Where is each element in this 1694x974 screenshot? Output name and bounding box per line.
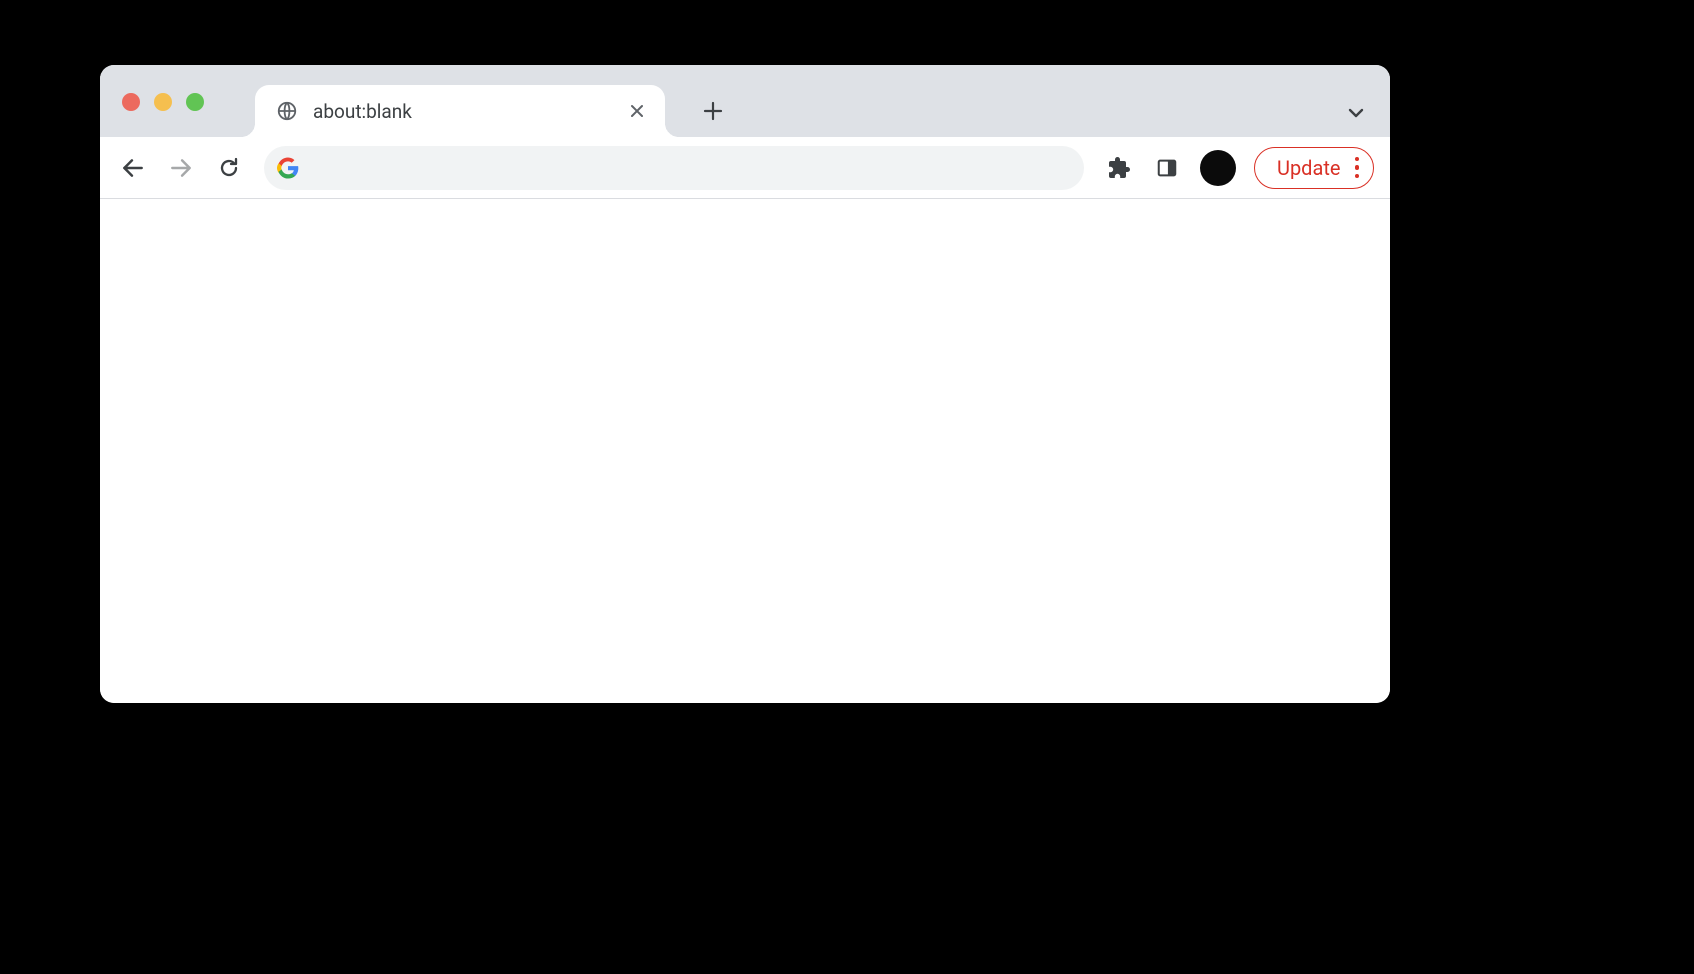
tab-active[interactable]: about:blank [255,85,665,137]
plus-icon [703,101,723,121]
profile-avatar[interactable] [1200,150,1236,186]
side-panel-button[interactable] [1146,147,1188,189]
kebab-menu-icon [1355,157,1360,179]
toolbar: Update [100,137,1390,199]
close-icon [629,103,645,119]
globe-icon [275,99,299,123]
window-controls [122,93,204,111]
page-content-blank [100,199,1390,703]
browser-window: about:blank [100,65,1390,703]
arrow-right-icon [168,155,194,181]
extensions-button[interactable] [1098,147,1140,189]
address-bar[interactable] [264,146,1084,190]
reload-icon [217,156,241,180]
side-panel-icon [1156,157,1178,179]
arrow-left-icon [120,155,146,181]
chevron-down-icon [1347,104,1365,122]
puzzle-piece-icon [1107,156,1131,180]
forward-button[interactable] [160,147,202,189]
tab-title: about:blank [313,100,609,123]
address-input[interactable] [312,157,1078,178]
window-minimize-button[interactable] [154,93,172,111]
update-button[interactable]: Update [1254,147,1374,189]
new-tab-button[interactable] [693,91,733,131]
window-close-button[interactable] [122,93,140,111]
window-maximize-button[interactable] [186,93,204,111]
back-button[interactable] [112,147,154,189]
tab-strip: about:blank [100,65,1390,137]
reload-button[interactable] [208,147,250,189]
tab-close-button[interactable] [623,97,651,125]
google-g-icon [276,156,300,180]
tabs-dropdown-button[interactable] [1336,93,1376,133]
update-label: Update [1277,156,1341,180]
